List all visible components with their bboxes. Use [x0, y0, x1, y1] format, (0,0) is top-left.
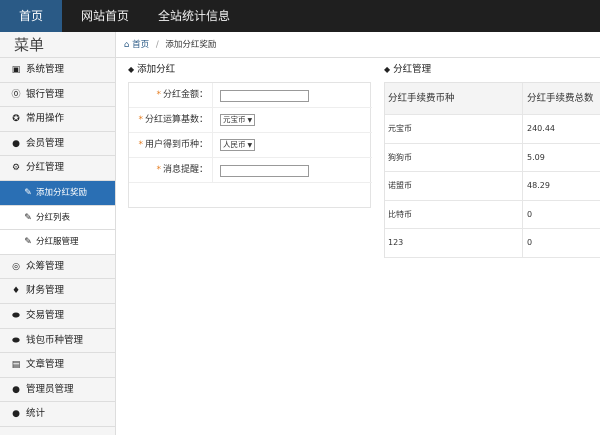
- sidebar-item-finance[interactable]: ♦ 财务管理: [0, 279, 115, 304]
- nav-home[interactable]: 首页: [0, 0, 62, 32]
- required-mark: *: [138, 140, 143, 150]
- sidebar-item-dividend[interactable]: ⚙ 分红管理: [0, 156, 115, 181]
- exchange-icon: ⬬: [12, 310, 20, 321]
- sidebar-item-dividend-list[interactable]: ✎ 分红列表: [0, 205, 115, 231]
- breadcrumb: ⌂ 首页 / 添加分红奖励: [116, 32, 600, 58]
- table-row: 诺盟币 48.29: [385, 172, 600, 201]
- base-label: 分红运算基数：: [144, 115, 208, 125]
- wrench-icon: ✎: [24, 212, 32, 223]
- sidebar-item-members[interactable]: ● 会员管理: [0, 132, 115, 157]
- table-cell-total: 0: [527, 209, 533, 219]
- sidebar-item-label: 交易管理: [26, 309, 65, 321]
- sidebar-item-label: 分红列表: [36, 212, 71, 223]
- sidebar-item-label: 众筹管理: [26, 260, 65, 272]
- nav-site-stats[interactable]: 全站统计信息: [148, 0, 240, 32]
- required-mark: *: [156, 90, 161, 100]
- table-row: 123 0: [385, 229, 600, 258]
- wrench-icon: ✎: [24, 187, 32, 198]
- nav-site-home[interactable]: 网站首页: [70, 0, 140, 32]
- sidebar-item-label: 管理员管理: [26, 383, 74, 395]
- message-input[interactable]: [220, 165, 309, 177]
- sidebar-item-system[interactable]: ▣ 系统管理: [0, 58, 115, 83]
- add-dividend-form: * 分红金额： * 分红运算基数： 元宝币 ▼ * 用户得到币种： 人民币 ▼ * 消息提醒…: [128, 82, 372, 208]
- table-row: 比特币 0: [385, 200, 600, 229]
- sidebar-item-label: 文章管理: [26, 359, 65, 371]
- sidebar-item-label: 会员管理: [26, 137, 65, 149]
- table-row: 元宝币 240.44: [385, 115, 600, 144]
- amount-row: * 分红金额：: [129, 83, 372, 108]
- user-icon: ●: [12, 138, 20, 149]
- sidebar-item-trade[interactable]: ⬬ 交易管理: [0, 304, 115, 329]
- sidebar-item-label: 统计: [26, 408, 46, 420]
- sidebar: 菜单 ▣ 系统管理 ⓪ 银行管理 ✪ 常用操作 ● 会员管理 ⚙ 分红管理 ✎ 添加分红奖励…: [0, 32, 116, 435]
- sidebar-item-stats[interactable]: ● 统计: [0, 402, 115, 427]
- bank-icon: ⓪: [11, 89, 21, 100]
- table-row: 狗狗币 5.09: [385, 143, 600, 172]
- table-cell-total: 5.09: [527, 152, 545, 162]
- sidebar-item-label: 财务管理: [26, 285, 65, 297]
- required-mark: *: [138, 115, 143, 125]
- amount-input[interactable]: [220, 90, 309, 102]
- top-navbar: 首页 网站首页 全站统计信息: [0, 0, 600, 32]
- home-icon: ⌂: [124, 40, 130, 50]
- table-cell-total: 48.29: [527, 181, 550, 190]
- table-cell-currency: 元宝币: [385, 115, 523, 143]
- crowdfund-icon: ◎: [12, 261, 20, 272]
- document-icon: ▤: [11, 360, 21, 371]
- base-row: * 分红运算基数： 元宝币 ▼: [129, 108, 372, 133]
- table-panel-title: ◆ 分红管理: [384, 64, 432, 75]
- user-currency-select[interactable]: 人民币 ▼: [220, 139, 256, 151]
- sidebar-item-label: 常用操作: [26, 113, 65, 125]
- chevron-down-icon: ▼: [247, 142, 253, 149]
- star-icon: ✪: [12, 114, 20, 125]
- wallet-icon: ⬬: [12, 335, 20, 346]
- sidebar-item-crowdfund[interactable]: ◎ 众筹管理: [0, 255, 115, 280]
- admin-user-icon: ●: [12, 384, 20, 395]
- sidebar-item-label: 钱包币种管理: [26, 334, 84, 346]
- tag-icon: ◆: [128, 65, 135, 74]
- sidebar-item-label: 添加分红奖励: [36, 187, 88, 198]
- sidebar-item-label: 分红管理: [26, 162, 65, 174]
- message-label: 消息提醒：: [162, 165, 208, 175]
- table-cell-total: 240.44: [527, 124, 555, 133]
- stats-user-icon: ●: [12, 409, 20, 420]
- sidebar-item-label: 分红服管理: [36, 237, 79, 248]
- sidebar-item-label: 银行管理: [26, 88, 65, 100]
- column-header-currency: 分红手续费币种: [385, 83, 523, 114]
- table-cell-currency: 狗狗币: [385, 143, 523, 171]
- gear-icon: ⚙: [11, 163, 21, 174]
- menu-title: 菜单: [0, 32, 115, 58]
- sidebar-item-bank[interactable]: ⓪ 银行管理: [0, 83, 115, 108]
- breadcrumb-current: 添加分红奖励: [165, 40, 217, 50]
- required-mark: *: [156, 165, 161, 175]
- amount-label: 分红金额：: [162, 90, 208, 100]
- sidebar-item-label: 系统管理: [26, 64, 65, 75]
- dividend-table: 分红手续费币种 分红手续费总数 元宝币 240.44 狗狗币 5.09 诺盟币 …: [384, 82, 600, 258]
- chevron-down-icon: ▼: [247, 117, 253, 124]
- message-row: * 消息提醒：: [129, 158, 372, 183]
- breadcrumb-home-link[interactable]: 首页: [132, 40, 149, 50]
- sidebar-item-dividend-server[interactable]: ✎ 分红服管理: [0, 230, 115, 255]
- base-currency-select[interactable]: 元宝币 ▼: [220, 114, 256, 126]
- tag-icon: ◆: [384, 65, 391, 74]
- grid-icon: ▣: [11, 65, 21, 75]
- sidebar-item-common[interactable]: ✪ 常用操作: [0, 107, 115, 132]
- table-header: 分红手续费币种 分红手续费总数: [385, 83, 600, 115]
- table-cell-currency: 比特币: [385, 200, 523, 228]
- column-header-total: 分红手续费总数: [527, 93, 594, 104]
- table-cell-currency: 诺盟币: [385, 172, 523, 200]
- sidebar-item-admins[interactable]: ● 管理员管理: [0, 378, 115, 403]
- money-bag-icon: ♦: [11, 286, 21, 297]
- sidebar-item-articles[interactable]: ▤ 文章管理: [0, 353, 115, 378]
- table-cell-total: 0: [527, 238, 533, 247]
- sidebar-item-add-dividend[interactable]: ✎ 添加分红奖励: [0, 180, 115, 206]
- sidebar-item-wallet[interactable]: ⬬ 钱包币种管理: [0, 329, 115, 354]
- currency-label: 用户得到币种：: [144, 140, 208, 150]
- form-panel-title: ◆ 添加分红: [128, 64, 176, 75]
- breadcrumb-separator: /: [155, 40, 159, 50]
- wrench-icon: ✎: [24, 237, 32, 248]
- table-cell-currency: 123: [385, 229, 523, 257]
- currency-row: * 用户得到币种： 人民币 ▼: [129, 133, 372, 158]
